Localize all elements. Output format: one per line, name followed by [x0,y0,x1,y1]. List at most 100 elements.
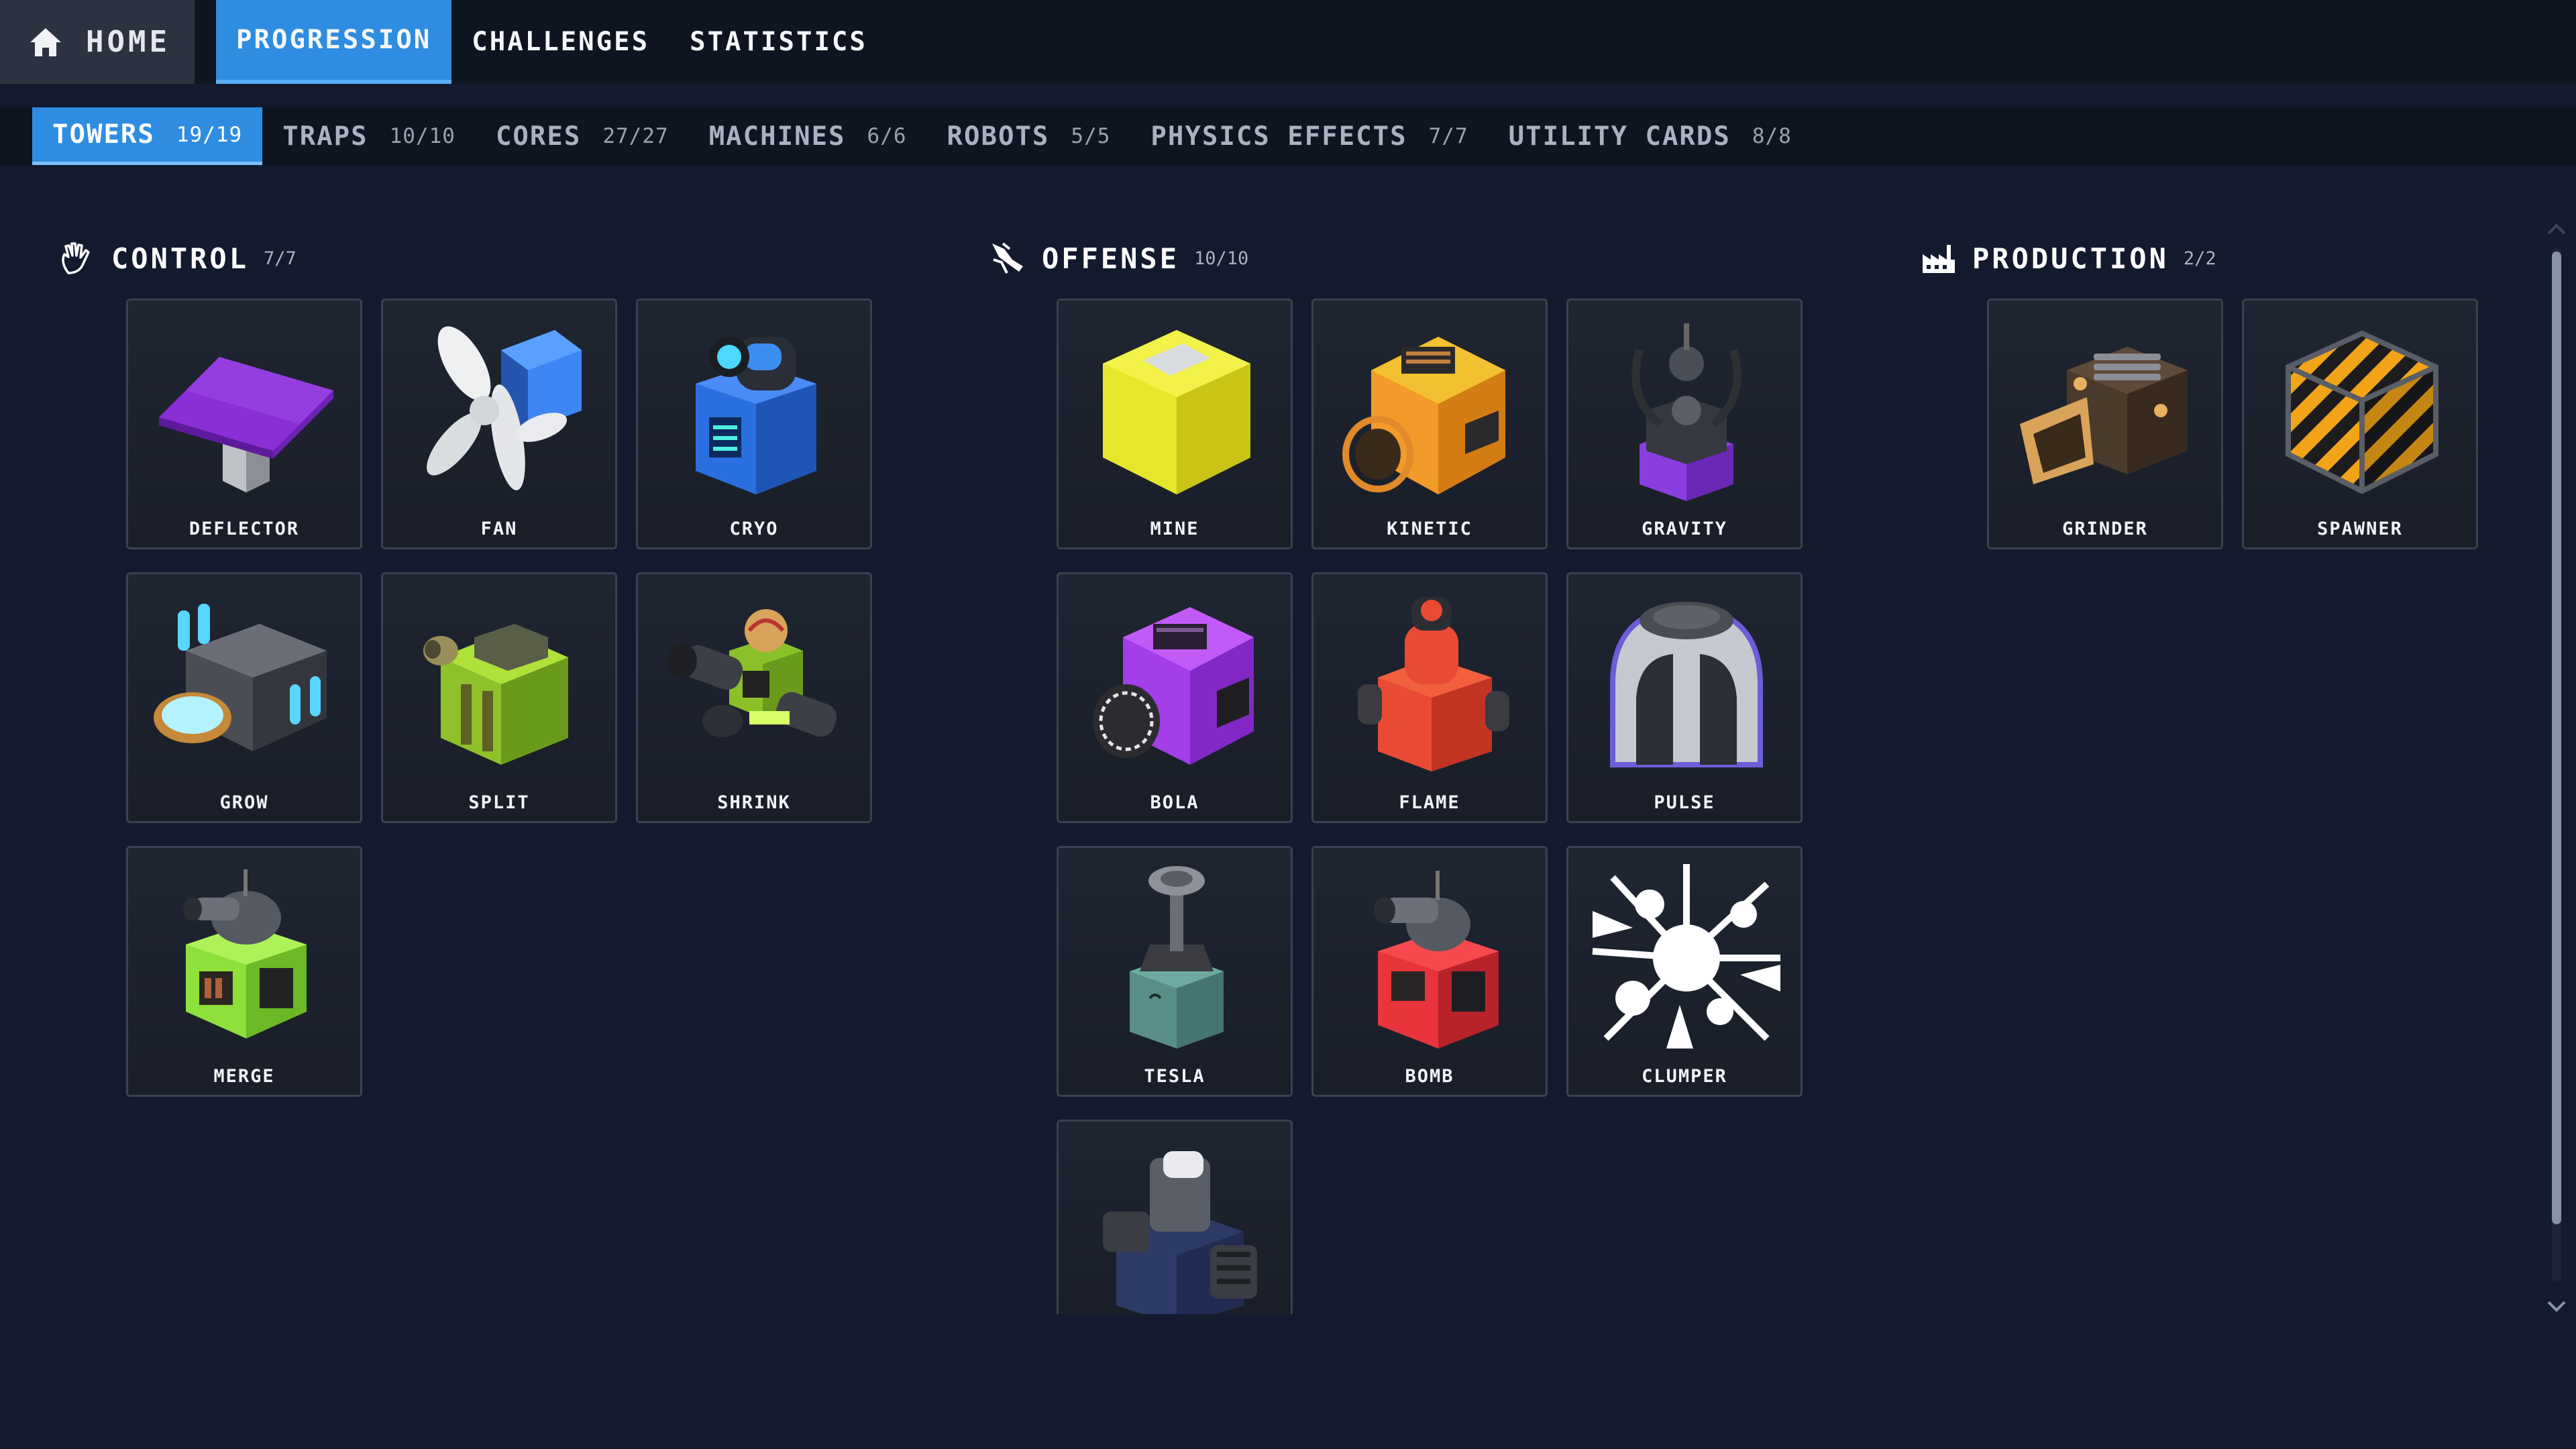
section-header: PRODUCTION 2/2 [1920,231,2216,285]
tower-card-shrink[interactable]: SHRINK [636,572,872,823]
fan-icon [427,326,582,490]
home-label: HOME [86,25,170,59]
gravity-icon [1631,323,1741,501]
scrollbar-thumb[interactable] [2552,252,2561,1224]
subtab-count: 5/5 [1071,124,1111,148]
section-count: 7/7 [264,248,297,269]
tower-name: FLAME [1399,792,1460,813]
tab-progression[interactable]: PROGRESSION [216,0,452,84]
spawner-icon [2286,330,2438,494]
tower-name: CRYO [729,519,779,539]
shrink-icon [667,609,837,737]
subtab-robots[interactable]: ROBOTS 5/5 [927,107,1131,165]
subtab-count: 19/19 [176,122,243,147]
grow-icon [154,604,327,751]
home-icon [30,28,61,56]
tower-name: SHRINK [717,792,791,813]
subtab-physics-effects[interactable]: PHYSICS EFFECTS 7/7 [1130,107,1488,165]
machine-card-grinder[interactable]: GRINDER [1987,299,2223,549]
section-header: OFFENSE 10/10 [989,231,1248,285]
tower-card-merge[interactable]: MERGE [126,846,362,1097]
tower-name: MERGE [213,1066,275,1087]
home-button[interactable]: HOME [0,0,195,84]
merge-icon [183,869,307,1038]
tesla-icon [1130,866,1224,1049]
tower-name: BOMB [1405,1066,1454,1087]
tower-card-deflector[interactable]: DEFLECTOR [126,299,362,549]
tower-card-clumper[interactable]: CLUMPER [1566,846,1803,1097]
section-title: CONTROL [111,241,250,275]
mine-icon [1103,330,1250,494]
section-count: 2/2 [2183,248,2216,269]
subtab-label: PHYSICS EFFECTS [1150,121,1407,152]
tower-card-bomb[interactable]: BOMB [1311,846,1548,1097]
subtab-utility-cards[interactable]: UTILITY CARDS 8/8 [1489,107,1812,165]
subtab-count: 27/27 [602,124,669,148]
split-icon [423,624,568,765]
tower-name: MINE [1150,519,1199,539]
clumper-icon [1592,864,1780,1049]
section-control: CONTROL 7/7 DEFLECTOR FAN CRYO GROW SPLI… [59,231,872,1097]
machine-name: GRINDER [2062,519,2148,539]
tower-name: BOLA [1150,792,1199,813]
subtab-count: 7/7 [1428,124,1468,148]
tower-name: DEFLECTOR [189,519,300,539]
subtab-machines[interactable]: MACHINES 6/6 [689,107,927,165]
section-title: OFFENSE [1042,241,1180,275]
tower-card-bola[interactable]: BOLA [1057,572,1293,823]
pulse-icon [1610,602,1763,767]
category-tabs-bar: TOWERS 19/19 TRAPS 10/10 CORES 27/27 MAC… [0,107,2576,165]
tower-card-partial[interactable] [1057,1120,1293,1314]
tower-name: KINETIC [1387,519,1472,539]
subtab-count: 8/8 [1752,124,1792,148]
section-production: PRODUCTION 2/2 GRINDER SPAWNER [1920,231,2478,549]
subtab-count: 6/6 [867,124,907,148]
tab-challenges[interactable]: CHALLENGES [451,0,669,84]
tower-name: FAN [480,519,518,539]
tower-name: TESLA [1144,1066,1205,1087]
subtab-cores[interactable]: CORES 27/27 [476,107,689,165]
tower-card-kinetic[interactable]: KINETIC [1311,299,1548,549]
tower-card-fan[interactable]: FAN [381,299,617,549]
tab-statistics[interactable]: STATISTICS [669,0,888,84]
section-count: 10/10 [1194,248,1249,269]
machine-card-spawner[interactable]: SPAWNER [2242,299,2478,549]
flame-icon [1358,597,1509,771]
scroll-down-arrow[interactable] [2545,1298,2568,1314]
tower-name: GRAVITY [1642,519,1727,539]
scroll-up-arrow[interactable] [2545,221,2568,237]
top-navigation: HOME PROGRESSION CHALLENGES STATISTICS [0,0,2576,84]
tower-card-mine[interactable]: MINE [1057,299,1293,549]
subtab-label: MACHINES [708,121,846,152]
strike-icon [992,242,1023,274]
subtab-label: UTILITY CARDS [1508,121,1731,152]
tower-card-split[interactable]: SPLIT [381,572,617,823]
tower-card-flame[interactable]: FLAME [1311,572,1548,823]
tower-name: CLUMPER [1642,1066,1727,1087]
tower-card-gravity[interactable]: GRAVITY [1566,299,1803,549]
subtab-label: TRAPS [282,121,368,152]
bola-icon [1093,607,1254,765]
section-title: PRODUCTION [1972,241,2169,275]
turret-icon [1103,1151,1257,1314]
subtab-label: TOWERS [52,119,155,150]
subtab-count: 10/10 [389,124,455,148]
subtab-towers[interactable]: TOWERS 19/19 [32,107,263,165]
section-header: CONTROL 7/7 [59,231,297,285]
deflector-icon [159,357,333,492]
subtab-traps[interactable]: TRAPS 10/10 [262,107,476,165]
tower-card-grow[interactable]: GROW [126,572,362,823]
grinder-icon [2020,347,2188,484]
tower-name: GROW [219,792,269,813]
tower-card-cryo[interactable]: CRYO [636,299,872,549]
cryo-icon [696,337,816,494]
tower-name: PULSE [1654,792,1715,813]
section-offense: OFFENSE 10/10 MINE KINETIC GRAVITY BOLA … [989,231,1803,1314]
subtab-label: ROBOTS [947,121,1050,152]
machine-name: SPAWNER [2317,519,2403,539]
kinetic-icon [1342,337,1505,494]
tower-card-pulse[interactable]: PULSE [1566,572,1803,823]
factory-icon [1923,245,1955,273]
tower-name: SPLIT [468,792,530,813]
tower-card-tesla[interactable]: TESLA [1057,846,1293,1097]
